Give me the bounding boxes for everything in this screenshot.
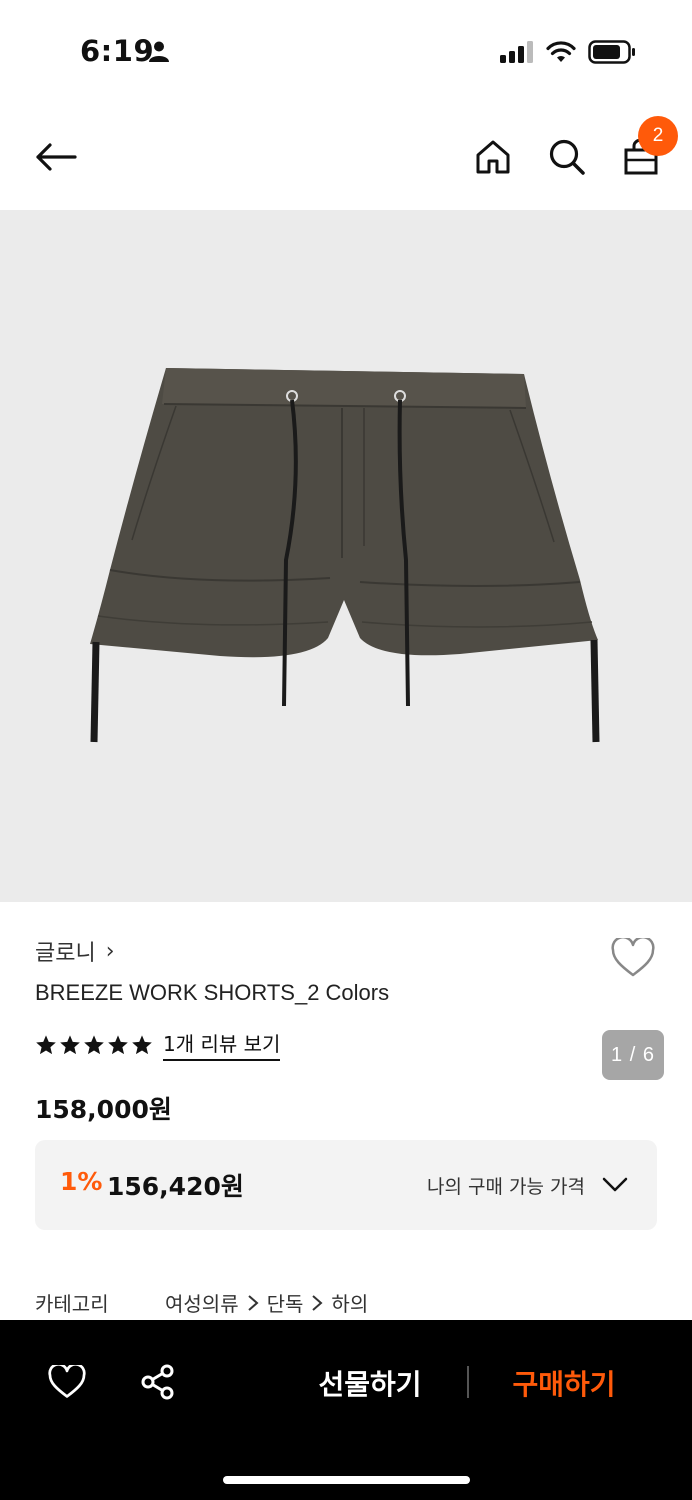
share-icon[interactable] (138, 1362, 178, 1402)
star-icon (60, 1034, 80, 1054)
wishlist-heart-icon[interactable] (608, 936, 658, 980)
home-indicator (223, 1476, 470, 1484)
signal-icon (500, 41, 534, 67)
discount-price: 156,420원 (107, 1172, 244, 1201)
status-time: 6:19 (80, 34, 155, 68)
product-image (90, 368, 600, 743)
rating-row: 1개 리뷰 보기 (35, 1028, 281, 1061)
product-image-gallery[interactable]: 1 / 6 (0, 210, 692, 1080)
home-icon[interactable] (470, 134, 516, 180)
my-price-label: 나의 구매 가능 가격 (427, 1176, 585, 1198)
back-arrow-icon[interactable] (30, 134, 82, 180)
category-item[interactable]: 하의 (331, 1288, 368, 1317)
cart-count-badge: 2 (638, 116, 678, 156)
category-breadcrumb: 여성의류 단독 하의 (165, 1288, 368, 1317)
star-icon (108, 1034, 128, 1054)
category-label: 카테고리 (35, 1292, 109, 1316)
battery-icon (588, 40, 636, 68)
top-nav-bar (0, 104, 692, 210)
chevron-down-icon[interactable] (600, 1172, 630, 1198)
brand-name: 글로니 (35, 941, 96, 966)
category-item[interactable]: 여성의류 (165, 1288, 239, 1317)
brand-link[interactable]: 글로니 › (35, 935, 115, 967)
bottom-action-bar: 선물하기 구매하기 (0, 1320, 692, 1500)
star-icon (84, 1034, 104, 1054)
gift-button[interactable]: 선물하기 (300, 1360, 440, 1406)
heart-icon[interactable] (46, 1362, 88, 1402)
star-icon (36, 1034, 56, 1054)
star-icon (132, 1034, 152, 1054)
original-price: 158,000원 (35, 1095, 172, 1124)
category-item[interactable]: 단독 (267, 1288, 304, 1317)
wifi-icon (546, 41, 576, 67)
search-icon[interactable] (544, 134, 590, 180)
status-indicators (500, 40, 636, 68)
status-bar: 6:19 (0, 0, 692, 104)
discount-rate: 1% (60, 1167, 103, 1196)
my-price-box[interactable]: 1% 156,420원 나의 구매 가능 가격 (35, 1140, 657, 1230)
category-row: 카테고리 여성의류 단독 하의 (35, 1288, 368, 1317)
chevron-right-icon (312, 1294, 323, 1311)
chevron-right-icon (247, 1294, 259, 1311)
brand-chevron-icon: › (105, 938, 115, 964)
image-counter: 1 / 6 (602, 1030, 664, 1080)
review-link[interactable]: 1개 리뷰 보기 (163, 1028, 281, 1061)
rating-stars (35, 1034, 153, 1056)
buy-button[interactable]: 구매하기 (494, 1360, 634, 1406)
product-name: BREEZE WORK SHORTS_2 Colors (35, 980, 390, 1005)
divider (467, 1366, 469, 1398)
person-icon (148, 40, 170, 66)
